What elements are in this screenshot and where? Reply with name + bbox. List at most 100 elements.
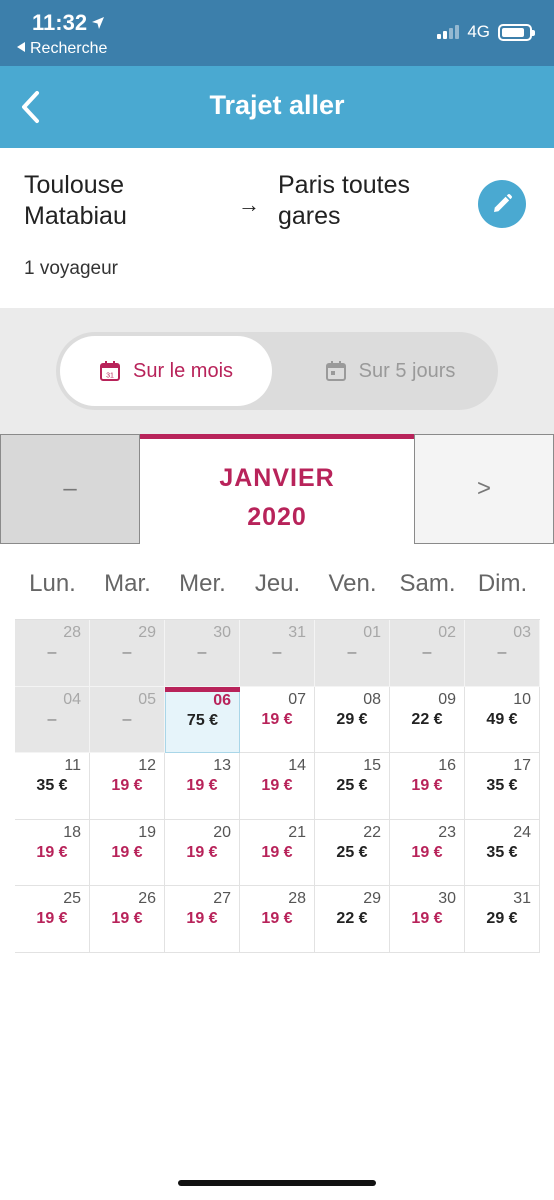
month-year: 2020 xyxy=(247,503,307,531)
day-price: 19 € xyxy=(411,777,443,794)
day-price: – xyxy=(47,710,57,728)
calendar-day[interactable]: 22 25 € xyxy=(315,819,390,886)
calendar-day[interactable]: 13 19 € xyxy=(165,753,240,820)
weekday-label: Sam. xyxy=(399,570,456,597)
calendar-day[interactable]: 25 19 € xyxy=(15,886,90,953)
view-toggle-area: 31 Sur le mois Sur 5 jours xyxy=(0,308,554,434)
day-number: 17 xyxy=(513,757,531,774)
day-price: 25 € xyxy=(336,843,368,861)
day-number: 29 xyxy=(138,624,156,641)
calendar-day[interactable]: 20 19 € xyxy=(165,819,240,886)
status-indicators: 4G xyxy=(437,22,535,42)
calendar-day[interactable]: 15 25 € xyxy=(315,753,390,820)
day-price: 19 € xyxy=(261,843,293,861)
day-number: 09 xyxy=(438,690,456,708)
day-price: – xyxy=(47,644,57,661)
day-number: 12 xyxy=(138,757,156,774)
day-price: 19 € xyxy=(186,777,218,794)
status-back-link[interactable]: Recherche xyxy=(16,40,107,58)
day-number: 10 xyxy=(513,690,531,708)
day-price: 22 € xyxy=(336,910,368,927)
calendar-day[interactable]: 18 19 € xyxy=(15,819,90,886)
day-price: 35 € xyxy=(36,777,68,794)
calendar-day: 29– xyxy=(90,620,165,687)
weekday-label: Lun. xyxy=(29,570,76,597)
calendar-day[interactable]: 23 19 € xyxy=(390,819,465,886)
day-number: 31 xyxy=(513,890,531,907)
day-price: 19 € xyxy=(111,910,143,927)
app-header: Trajet aller xyxy=(0,66,554,148)
day-number: 07 xyxy=(288,690,306,708)
calendar-day[interactable]: 29 22 € xyxy=(315,886,390,953)
day-price: 35 € xyxy=(486,777,518,794)
calendar-day[interactable]: 11 35 € xyxy=(15,753,90,820)
location-arrow-icon xyxy=(91,10,105,36)
calendar-day: 01– xyxy=(315,620,390,687)
calendar-day[interactable]: 19 19 € xyxy=(90,819,165,886)
day-price: 19 € xyxy=(186,910,218,927)
day-price: 29 € xyxy=(336,710,368,728)
calendar-day[interactable]: 12 19 € xyxy=(90,753,165,820)
calendar-day: 30– xyxy=(165,620,240,687)
previous-month-button[interactable]: – xyxy=(0,434,140,544)
day-price: – xyxy=(422,644,432,661)
day-price: 19 € xyxy=(411,910,443,927)
calendar-day[interactable]: 07 19 € xyxy=(240,686,315,753)
next-month-button[interactable]: > xyxy=(414,434,554,544)
calendar-day[interactable]: 27 19 € xyxy=(165,886,240,953)
weekday-label: Dim. xyxy=(477,570,528,597)
weekday-label: Mer. xyxy=(179,570,226,597)
tab-five-days-view[interactable]: Sur 5 jours xyxy=(286,336,494,406)
calendar-day: 31– xyxy=(240,620,315,687)
calendar-day[interactable]: 08 29 € xyxy=(315,686,390,753)
tab-month-view[interactable]: 31 Sur le mois xyxy=(60,336,272,406)
day-price: – xyxy=(347,644,357,661)
calendar-day[interactable]: 16 19 € xyxy=(390,753,465,820)
calendar-day[interactable]: 26 19 € xyxy=(90,886,165,953)
day-price: 19 € xyxy=(261,777,293,794)
view-toggle: 31 Sur le mois Sur 5 jours xyxy=(56,332,498,410)
day-price: – xyxy=(197,644,207,661)
calendar-day[interactable]: 14 19 € xyxy=(240,753,315,820)
calendar-day[interactable]: 17 35 € xyxy=(465,753,540,820)
page-title: Trajet aller xyxy=(209,90,345,120)
calendar-day-selected[interactable]: 06 75 € xyxy=(165,686,240,753)
day-price: 75 € xyxy=(186,711,219,729)
day-number: 24 xyxy=(513,823,531,841)
tab-five-days-label: Sur 5 jours xyxy=(358,359,456,382)
day-number: 04 xyxy=(63,690,81,708)
home-indicator xyxy=(178,1180,376,1186)
app-screen: 11:32 Recherche 4G Trajet aller Toulouse… xyxy=(0,0,554,1200)
edit-route-button[interactable] xyxy=(478,180,526,228)
network-type: 4G xyxy=(467,22,490,41)
calendar-day[interactable]: 10 49 € xyxy=(465,686,540,753)
month-name: JANVIER xyxy=(219,464,335,492)
day-number: 29 xyxy=(363,890,381,907)
day-price: 19 € xyxy=(261,910,293,927)
day-number: 28 xyxy=(288,890,306,907)
day-price: 19 € xyxy=(261,710,293,728)
day-number: 31 xyxy=(288,624,306,641)
day-number: 13 xyxy=(213,757,231,774)
status-time-text: 11:32 xyxy=(32,10,88,35)
calendar-icon-number: 31 xyxy=(106,373,114,380)
origin-station: Toulouse Matabiau xyxy=(24,171,127,230)
calendar-days-icon xyxy=(325,361,346,381)
day-price: 22 € xyxy=(411,710,443,728)
calendar-day[interactable]: 21 19 € xyxy=(240,819,315,886)
calendar-day[interactable]: 31 29 € xyxy=(465,886,540,953)
day-number: 11 xyxy=(64,757,81,774)
calendar-day: 04– xyxy=(15,686,90,753)
calendar-day[interactable]: 09 22 € xyxy=(390,686,465,753)
battery-icon xyxy=(498,23,535,41)
tab-month-label: Sur le mois xyxy=(132,359,234,382)
month-navigation: – JANVIER 2020 > xyxy=(0,434,554,544)
calendar-day[interactable]: 30 19 € xyxy=(390,886,465,953)
calendar-day[interactable]: 24 35 € xyxy=(465,819,540,886)
day-price: – xyxy=(497,644,507,661)
day-price: 19 € xyxy=(411,843,443,861)
calendar-day[interactable]: 28 19 € xyxy=(240,886,315,953)
day-number: 30 xyxy=(438,890,456,907)
weekday-header: Lun. Mar. Mer. Jeu. Ven. Sam. Dim. xyxy=(15,570,540,610)
day-number: 08 xyxy=(363,690,381,708)
